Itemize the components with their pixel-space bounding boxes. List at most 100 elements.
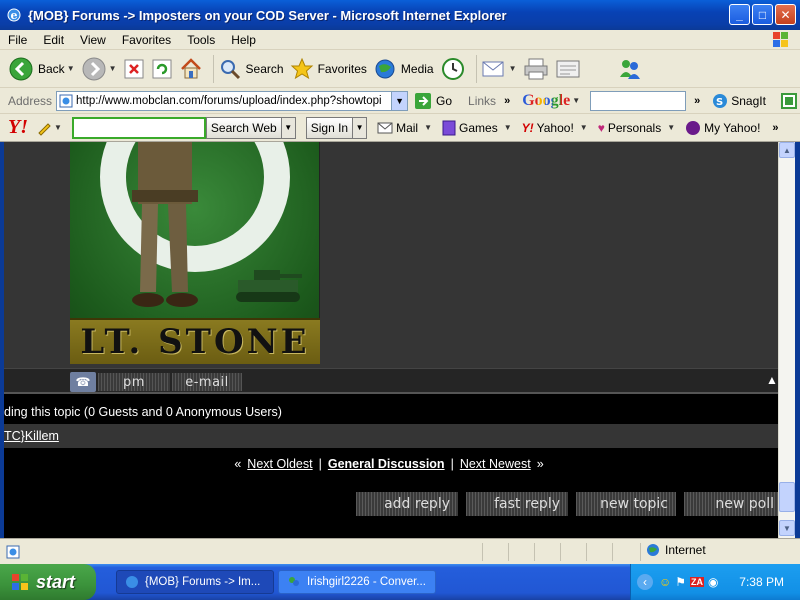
pm-button[interactable]: pm [98,373,170,391]
tray-volume-icon[interactable]: ◉ [708,575,718,589]
snagit-icon: S [713,93,728,108]
scroll-down-button[interactable]: ▼ [779,520,795,536]
address-dropdown[interactable]: ▼ [392,90,409,111]
chevron-right-icon[interactable]: » [504,95,510,107]
chevron-down-icon: ▼ [579,123,588,132]
chevron-down-icon[interactable]: ▼ [54,123,62,132]
start-button[interactable]: start [0,564,96,600]
status-divider [534,543,535,561]
refresh-button[interactable] [151,58,173,80]
menu-tools[interactable]: Tools [179,33,223,47]
taskbar-item-messenger[interactable]: Irishgirl2226 - Conver... [278,570,436,594]
games-cards-icon [442,120,456,135]
menu-edit[interactable]: Edit [35,33,72,47]
chevron-right-icon[interactable]: » [694,95,700,107]
highlighter-pen-icon[interactable] [36,120,52,136]
chevron-down-icon[interactable]: ▼ [509,64,517,73]
media-button[interactable]: Media [373,57,434,81]
address-label: Address [8,93,53,108]
chevron-down-icon: ▼ [395,95,404,106]
print-button[interactable] [523,57,549,81]
email-button[interactable]: e-mail [172,373,242,391]
taskbar-item-ie[interactable]: {MOB} Forums -> Im... [116,570,274,594]
vertical-scrollbar[interactable]: ▲ ▼ [778,142,795,538]
favorites-button[interactable]: Favorites [290,57,367,81]
svg-text:S: S [716,97,723,108]
yahoo-toolbar: Y! ▼ Search Web ▼ Sign In ▼ Mail ▼ Games… [0,114,800,142]
printer-icon [524,58,548,79]
yahoo-games-link[interactable]: Games ▼ [442,120,512,136]
chevron-up-icon: ▲ [783,145,791,155]
menu-favorites[interactable]: Favorites [114,33,179,47]
soldier-figure-icon [132,142,198,307]
toolbar-separator [475,54,477,83]
mail-envelope-icon [377,122,393,133]
stop-button[interactable] [123,58,145,80]
back-button[interactable]: Back ▼ [8,56,75,82]
search-button[interactable]: Search [218,57,284,81]
go-button[interactable]: Go [414,92,452,110]
address-input[interactable]: http://www.mobclan.com/forums/upload/ind… [56,90,393,111]
my-yahoo-link[interactable]: My Yahoo! [685,120,760,136]
maximize-button[interactable]: □ [752,4,773,25]
menu-file[interactable]: File [0,33,35,47]
yahoo-home-link[interactable]: Y! Yahoo! ▼ [522,121,588,135]
back-to-top-icon[interactable]: ▲ [766,373,778,387]
yahoo-personals-link[interactable]: ♥ Personals ▼ [598,121,675,135]
personals-heart-icon: ♥ [597,120,605,135]
profile-icon[interactable]: ☎ [70,372,96,392]
sign-in-button[interactable]: Sign In [305,116,354,139]
yahoo-logo-icon[interactable]: Y! [8,116,28,139]
minimize-button[interactable]: _ [729,4,750,25]
yahoo-search-input[interactable] [71,116,206,139]
close-button[interactable]: ✕ [775,4,796,25]
menu-view[interactable]: View [72,33,114,47]
chevron-down-icon[interactable]: ▼ [67,64,75,73]
search-icon [220,59,240,79]
snagit-capture-icon[interactable] [780,92,798,110]
forward-button[interactable]: ▼ [81,56,117,82]
next-newest-link[interactable]: Next Newest [460,457,531,471]
search-web-dropdown[interactable]: ▼ [281,116,296,139]
home-button[interactable] [179,57,203,81]
general-discussion-link[interactable]: General Discussion [328,457,445,471]
edit-button[interactable] [555,58,581,80]
tray-app-icon[interactable]: ☺ [659,575,671,589]
add-reply-button[interactable]: add reply [356,492,458,516]
history-clock-icon [441,57,464,80]
scrollbar-thumb[interactable] [779,482,795,512]
mail-button[interactable]: ▼ [481,58,517,80]
topic-buttons: add reply fast reply new topic new poll [356,492,778,516]
menu-help[interactable]: Help [223,33,264,47]
home-icon [180,57,201,78]
topic-readers-members: TC}Killem [0,424,778,448]
clock[interactable]: 7:38 PM [739,575,784,589]
window-frame-right [795,142,800,538]
new-topic-button[interactable]: new topic [576,492,676,516]
chevron-down-icon: ▼ [355,123,364,132]
tray-zonealarm-icon[interactable]: ZA [690,577,705,587]
yahoo-mail-link[interactable]: Mail ▼ [377,121,432,135]
fast-reply-button[interactable]: fast reply [466,492,568,516]
chevron-down-icon: ▼ [667,123,676,132]
yahoo-small-logo-icon: Y! [521,120,534,135]
history-button[interactable] [440,56,466,82]
scroll-up-button[interactable]: ▲ [779,142,795,158]
new-poll-button[interactable]: new poll [684,492,778,516]
chevron-down-icon[interactable]: ▼ [109,64,117,73]
member-link[interactable]: TC}Killem [4,429,59,443]
svg-text:e: e [11,9,18,22]
snagit-button[interactable]: S SnagIt [712,93,766,109]
address-bar: Address http://www.mobclan.com/forums/up… [0,88,800,114]
tray-network-icon[interactable]: ⚑ [675,575,686,589]
google-search-input[interactable] [590,90,687,111]
messenger-button[interactable] [617,57,643,81]
sign-in-dropdown[interactable]: ▼ [353,116,368,139]
links-toolbar[interactable]: Links [468,94,496,108]
google-toolbar-button[interactable]: Google ▼ [522,92,580,110]
search-web-button[interactable]: Search Web [205,116,282,139]
next-oldest-link[interactable]: Next Oldest [247,457,312,471]
window-frame-left [0,142,4,538]
tray-expand-icon[interactable]: ‹ [637,574,653,590]
chevron-right-icon[interactable]: » [772,122,778,134]
